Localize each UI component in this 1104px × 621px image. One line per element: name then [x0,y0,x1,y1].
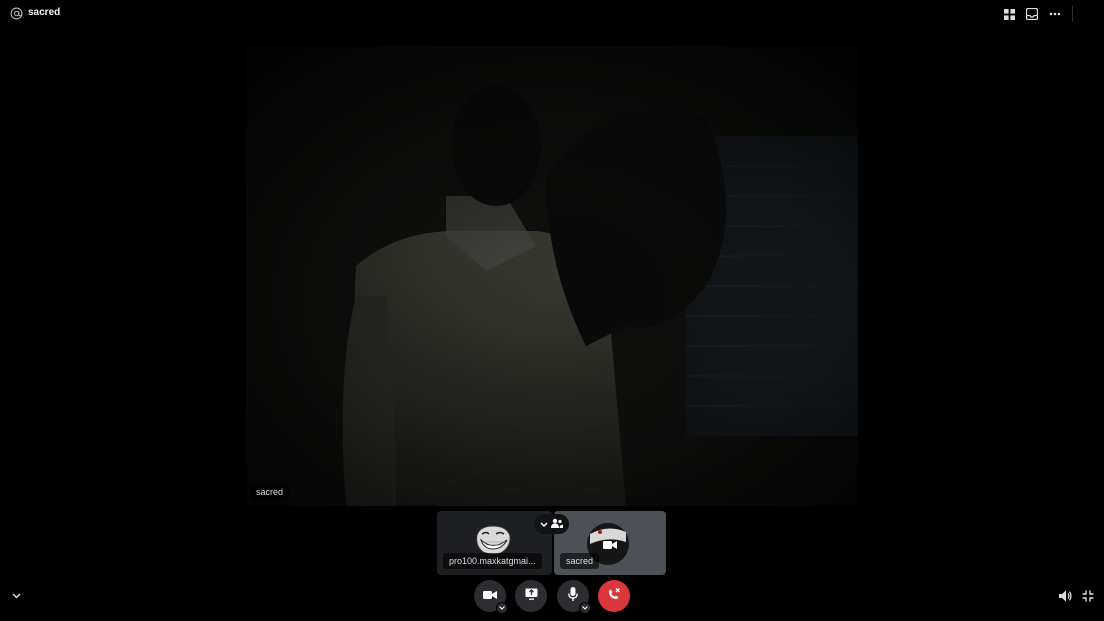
main-video-stream[interactable]: sacred [246,46,858,506]
call-controls [0,580,1104,614]
camera-icon [483,587,497,605]
screen-share-button[interactable] [515,580,547,612]
participant-tile[interactable]: sacred [554,511,666,575]
participant-name: pro100.maxkatgmai... [443,553,542,569]
main-video-label: sacred [250,483,290,501]
chevron-down-icon [540,515,548,533]
header-divider [1072,6,1073,22]
inbox-icon[interactable] [1025,7,1039,21]
channel-name[interactable]: sacred [28,7,60,18]
call-header: sacred [0,0,1104,28]
at-sign-icon [10,7,23,20]
more-options-icon[interactable] [1048,7,1062,21]
chevron-down-icon[interactable] [9,589,23,603]
camera-button[interactable] [474,580,508,614]
exit-fullscreen-icon[interactable] [1081,589,1095,603]
participants-toggle[interactable] [534,514,569,534]
participant-name: sacred [560,553,600,569]
volume-icon[interactable] [1058,589,1072,603]
end-call-icon [607,587,621,606]
microphone-button[interactable] [557,580,591,614]
end-call-button[interactable] [598,580,630,612]
microphone-options-button[interactable] [579,602,591,614]
camera-options-button[interactable] [496,602,508,614]
camera-icon [603,537,617,555]
grid-layout-icon[interactable] [1002,7,1016,21]
microphone-icon [568,586,578,606]
video-frame [246,46,858,506]
screen-share-icon [525,587,538,605]
users-icon [551,515,564,533]
